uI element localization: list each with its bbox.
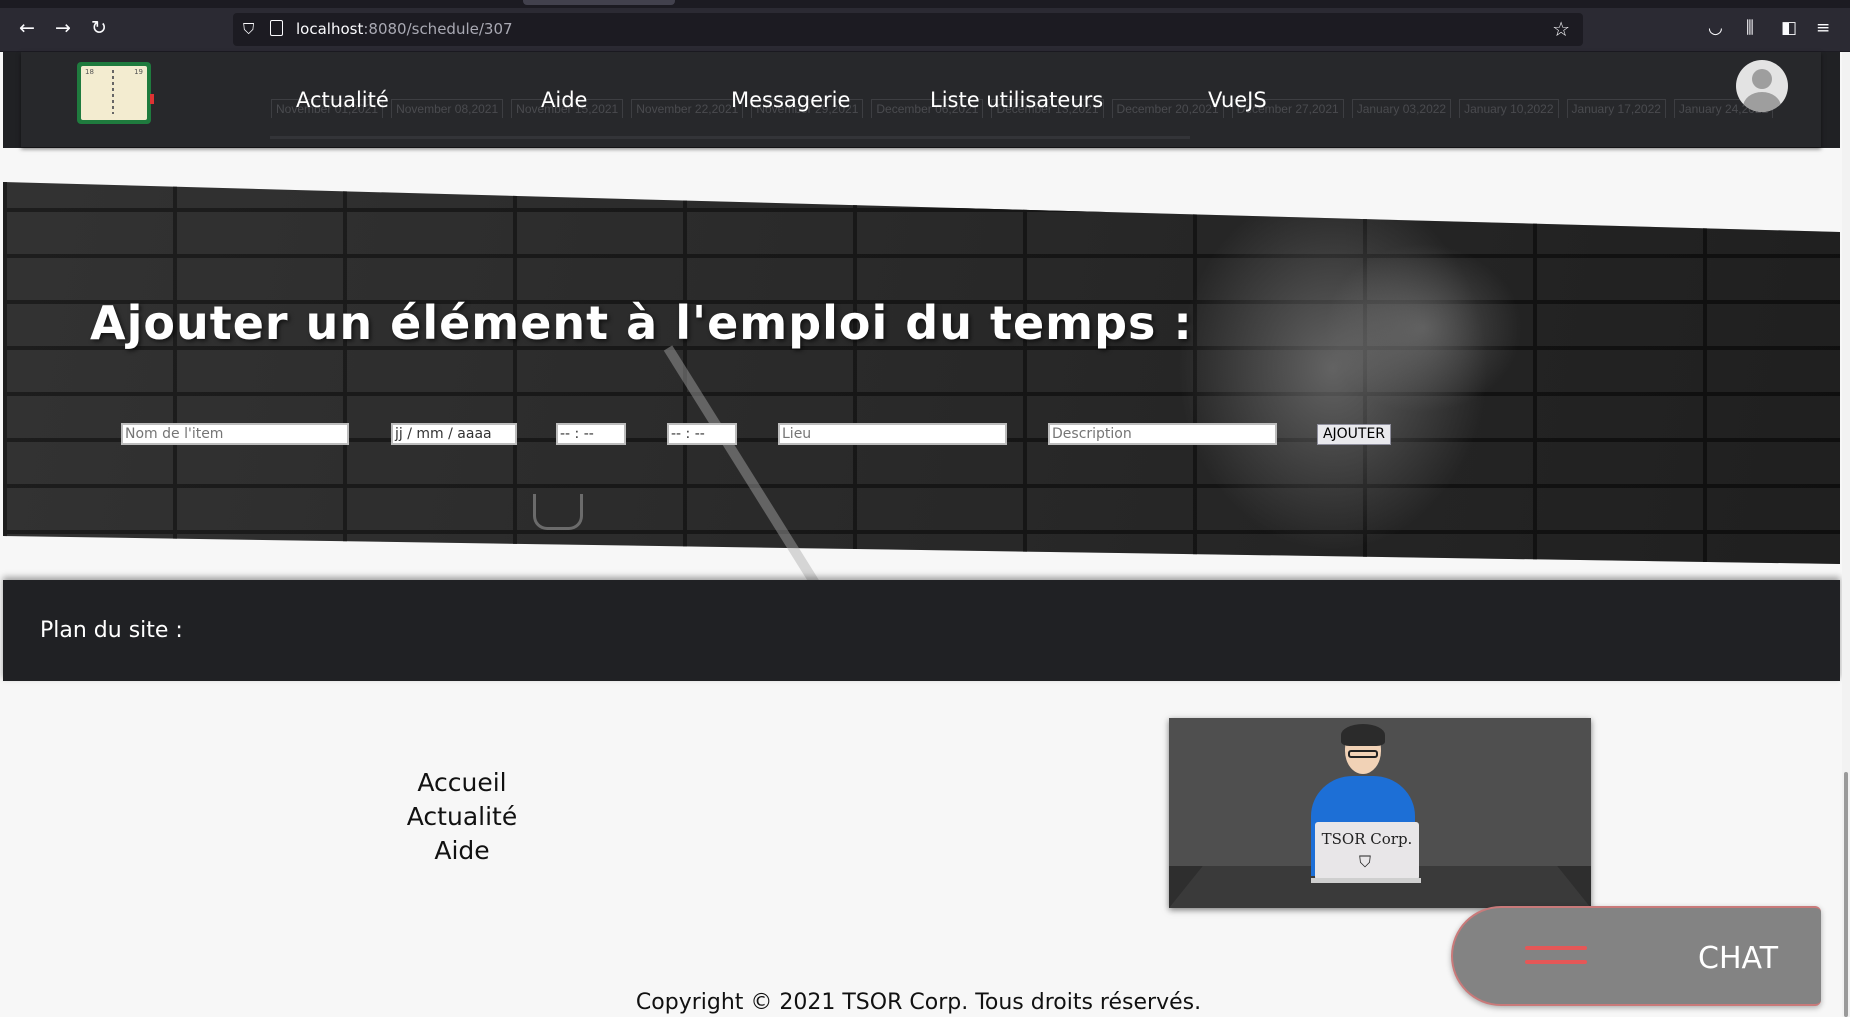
footer-links: Accueil Actualité Aide: [362, 766, 562, 868]
shield-icon[interactable]: ⛉: [243, 20, 254, 38]
footer-link-accueil[interactable]: Accueil: [362, 766, 562, 800]
shield-logo-icon: ⛉: [1359, 852, 1372, 871]
nav-vuejs[interactable]: VueJS: [1208, 88, 1267, 112]
nav-aide[interactable]: Aide: [541, 88, 587, 112]
planner-icon: 18 19: [81, 66, 147, 120]
ghost-date-item: December 20,2021: [1111, 99, 1224, 118]
ghost-date-item: November 08,2021: [391, 99, 504, 118]
page-title: Ajouter un élément à l'emploi du temps :: [90, 296, 1193, 350]
laptop-brand-text: TSOR Corp.: [1321, 830, 1413, 848]
hamburger-icon[interactable]: [1525, 946, 1587, 972]
ghost-scrollbar: [270, 136, 1190, 139]
bookmark-star-icon[interactable]: ☆: [1552, 17, 1570, 41]
ghost-date-item: January 03,2022: [1351, 99, 1452, 118]
back-icon[interactable]: ←: [16, 17, 38, 39]
logo-number-left: 18: [85, 68, 94, 76]
ghost-date-item: January 17,2022: [1566, 99, 1666, 118]
copyright-text: Copyright © 2021 TSOR Corp. Tous droits …: [635, 990, 1202, 1015]
url-path: :8080/schedule/307: [363, 20, 513, 38]
brick-wall-background: [3, 182, 1840, 564]
sidebar-icon[interactable]: ◧: [1781, 17, 1797, 39]
cup-graphic: [533, 494, 583, 530]
address-bar[interactable]: ⛉ localhost:8080/schedule/307 ☆: [233, 13, 1583, 46]
page-icon: [270, 20, 283, 36]
browser-toolbar: ← → ↻ ⛉ localhost:8080/schedule/307 ☆ ◡ …: [0, 0, 1850, 52]
scrollbar-thumb[interactable]: [1844, 772, 1848, 1017]
tab-strip: [0, 0, 1850, 8]
site-logo[interactable]: 18 19: [77, 62, 154, 124]
schedule-banner: Ajouter un élément à l'emploi du temps :…: [3, 148, 1840, 580]
ghost-date-item: January 10,2022: [1459, 99, 1559, 118]
page-scrollbar[interactable]: [1842, 52, 1850, 1017]
nav-liste-utilisateurs[interactable]: Liste utilisateurs: [930, 88, 1103, 112]
forward-icon[interactable]: →: [52, 17, 74, 39]
footer-link-actualite[interactable]: Actualité: [362, 800, 562, 834]
avatar-head: [1752, 69, 1772, 89]
menu-icon[interactable]: ≡: [1816, 17, 1830, 39]
developer-illustration: TSOR Corp. ⛉: [1169, 718, 1591, 908]
site-header: November 01,2021 November 08,2021 November…: [3, 52, 1840, 148]
chat-label: CHAT: [1698, 941, 1779, 976]
avatar-body: [1743, 92, 1781, 112]
glasses-icon: [1348, 750, 1378, 758]
sitemap-bar: Plan du site :: [3, 580, 1840, 681]
url-text[interactable]: localhost:8080/schedule/307: [296, 20, 513, 38]
logo-number-right: 19: [134, 68, 143, 76]
active-tab[interactable]: [523, 0, 675, 5]
header-panel: November 01,2021 November 08,2021 November…: [21, 52, 1821, 147]
sitemap-label: Plan du site :: [40, 618, 183, 643]
ghost-date-item: November 22,2021: [631, 99, 744, 118]
nav-actualite[interactable]: Actualité: [296, 88, 389, 112]
library-icon[interactable]: ⫼: [1746, 17, 1754, 39]
url-host: localhost: [296, 20, 364, 38]
reload-icon[interactable]: ↻: [88, 17, 110, 39]
item-name-input[interactable]: [121, 423, 349, 445]
end-time-input[interactable]: -- : --: [667, 423, 737, 445]
add-button[interactable]: AJOUTER: [1317, 424, 1391, 445]
pocket-icon[interactable]: ◡: [1708, 17, 1723, 39]
nav-messagerie[interactable]: Messagerie: [731, 88, 850, 112]
place-input[interactable]: [778, 423, 1007, 445]
description-input[interactable]: [1048, 423, 1277, 445]
footer-link-aide[interactable]: Aide: [362, 834, 562, 868]
date-input[interactable]: jj / mm / aaaa: [391, 423, 517, 445]
user-avatar[interactable]: [1736, 60, 1788, 112]
start-time-input[interactable]: -- : --: [556, 423, 626, 445]
